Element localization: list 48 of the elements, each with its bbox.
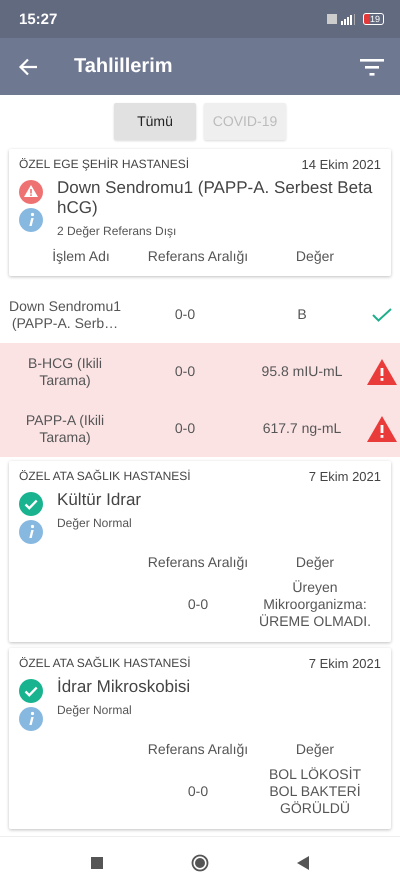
- test-value: 617.7 ng-mL: [262, 420, 342, 437]
- signal-icon: [326, 13, 357, 25]
- hospital-name: ÖZEL ATA SAĞLIK HASTANESİ: [19, 469, 191, 484]
- column-header: Referans Aralığı: [146, 740, 250, 759]
- reference-range: 0-0: [186, 782, 210, 800]
- clock: 15:27: [19, 10, 58, 28]
- test-name: B-HCG (Ikili Tarama): [27, 354, 103, 388]
- column-header: Değer: [294, 740, 336, 759]
- test-title: Down Sendromu1 (PAPP-A. Serbest Beta hCG): [57, 178, 374, 218]
- info-icon: [19, 707, 43, 731]
- column-header: Değer: [294, 553, 336, 572]
- page-title: Tahlillerim: [74, 55, 174, 78]
- filter-tab[interactable]: Tümü: [114, 102, 196, 140]
- test-title: İdrar Mikroskobisi: [57, 677, 192, 697]
- result-summary: Değer Normal: [57, 516, 133, 530]
- home-icon[interactable]: [191, 854, 209, 872]
- test-value: B: [296, 306, 308, 323]
- result-card[interactable]: ÖZEL ATA SAĞLIK HASTANESİ 7 Ekim 2021 İdrar Mikroskobisi Değer Normal Referans Aralığı Değer 0-0 BOL LÖKOSİT BOL BAKTERİ GÖRÜLDÜ: [9, 648, 391, 829]
- info-icon: [19, 520, 43, 544]
- hospital-name: ÖZEL EGE ŞEHİR HASTANESİ: [19, 157, 190, 172]
- back-icon[interactable]: [297, 856, 309, 870]
- hospital-name: ÖZEL ATA SAĞLIK HASTANESİ: [19, 656, 191, 671]
- column-header: Referans Aralığı: [146, 553, 250, 572]
- test-value: Üreyen Mikroorganizma: ÜREME OLMADI.: [258, 578, 372, 630]
- result-date: 7 Ekim 2021: [308, 656, 381, 671]
- result-summary: 2 Değer Referans Dışı: [57, 224, 178, 238]
- result-card[interactable]: ÖZEL ATA SAĞLIK HASTANESİ 7 Ekim 2021 Kültür Idrar Değer Normal Referans Aralığı Değer 0-0 Üreyen Mikroorganizma: ÜREME OLMADI.: [9, 461, 391, 642]
- reference-range: 0-0: [174, 363, 196, 380]
- test-name: PAPP-A (Ikili Tarama): [24, 412, 106, 446]
- column-header: İşlem Adı: [51, 247, 111, 266]
- test-value: 95.8 mIU-mL: [260, 363, 344, 380]
- result-date: 7 Ekim 2021: [308, 469, 381, 484]
- reference-range: 0-0: [174, 420, 196, 437]
- test-title: Kültür Idrar: [57, 490, 142, 510]
- info-icon: [19, 208, 43, 232]
- reference-range: 0-0: [186, 596, 210, 612]
- recent-apps-icon[interactable]: [91, 856, 103, 868]
- battery-indicator: 19: [362, 13, 384, 25]
- result-card[interactable]: ÖZEL EGE ŞEHİR HASTANESİ 14 Ekim 2021 Down Sendromu1 (PAPP-A. Serbest Beta hCG) 2 Değer Referans Dışı İşlem Adı Referans Aralığı Değer: [9, 149, 391, 276]
- column-header: Değer: [294, 247, 336, 266]
- column-header: Referans Aralığı: [146, 247, 250, 266]
- test-name: Down Sendromu1 (PAPP-A. Serb…: [8, 298, 122, 332]
- result-summary: Değer Normal: [57, 703, 133, 717]
- reference-range: 0-0: [174, 306, 196, 323]
- test-value: BOL LÖKOSİT BOL BAKTERİ GÖRÜLDÜ: [268, 766, 362, 816]
- back-arrow-icon[interactable]: [18, 58, 38, 76]
- filter-icon[interactable]: [360, 58, 384, 76]
- result-date: 14 Ekim 2021: [302, 157, 381, 172]
